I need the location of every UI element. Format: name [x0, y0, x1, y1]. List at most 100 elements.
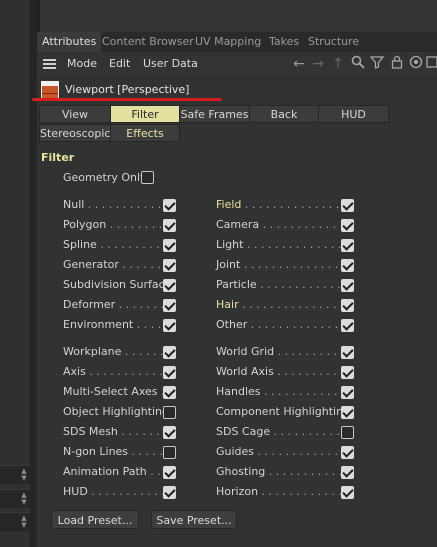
left-filter-checkbox[interactable] — [163, 239, 176, 252]
hamburger-menu-icon[interactable] — [43, 59, 56, 69]
filter-label-text: Object Highlighting — [63, 405, 169, 418]
subtab-hud[interactable]: HUD — [318, 105, 389, 123]
tab-content-browser[interactable]: Content Browser — [97, 32, 199, 52]
filter-label-text: Guides — [216, 445, 255, 458]
leader-dots: . . . . . . . . . . . . . . — [254, 445, 352, 458]
left-filter-checkbox[interactable] — [163, 219, 176, 232]
menu-user-data[interactable]: User Data — [143, 53, 198, 75]
arrow-up-icon[interactable]: ↑ — [329, 55, 347, 73]
filter-label-text: Light — [216, 238, 244, 251]
right-filter-checkbox[interactable] — [341, 199, 354, 212]
right-filter-checkbox[interactable] — [341, 466, 354, 479]
right-filter-label: World Grid . . . . . . . . . — [216, 345, 337, 359]
left-filter-label: Environment . . . . . — [63, 318, 168, 332]
tab-uv-mapping[interactable]: UV Mapping — [190, 32, 266, 52]
search-icon[interactable] — [349, 55, 367, 73]
load-preset-button[interactable]: Load Preset... — [51, 510, 139, 529]
subtab-back[interactable]: Back — [249, 105, 319, 123]
left-filter-checkbox[interactable] — [163, 426, 176, 439]
filter-label-text: Environment — [63, 318, 134, 331]
arrow-left-icon[interactable]: ← — [290, 55, 308, 73]
menu-edit[interactable]: Edit — [109, 53, 130, 75]
right-filter-checkbox[interactable] — [341, 446, 354, 459]
menu-mode[interactable]: Mode — [67, 53, 97, 75]
right-filter-checkbox[interactable] — [341, 386, 354, 399]
right-filter-checkbox[interactable] — [341, 219, 354, 232]
right-filter-label: Handles . . . . . . . . . . . — [216, 385, 337, 399]
leader-dots: . . . . . . . . . . . . . — [256, 278, 348, 291]
left-filter-checkbox[interactable] — [163, 319, 176, 332]
leader-dots: . . . . . . . . . . . . — [265, 465, 350, 478]
right-filter-label: Field . . . . . . . . . . . . . . . — [216, 198, 346, 212]
right-filter-checkbox[interactable] — [341, 259, 354, 272]
left-filter-checkbox[interactable] — [163, 446, 176, 459]
right-filter-checkbox[interactable] — [341, 299, 354, 312]
filter-label-text: Particle — [216, 278, 257, 291]
new-window-icon[interactable] — [423, 55, 437, 73]
right-filter-checkbox[interactable] — [341, 319, 354, 332]
left-filter-checkbox[interactable] — [163, 279, 176, 292]
leader-dots: . . . . . . . . . . . . . . — [247, 318, 346, 331]
left-filter-checkbox[interactable] — [163, 299, 176, 312]
left-filter-checkbox[interactable] — [163, 466, 176, 479]
left-field-1[interactable]: ▲ ▼ — [0, 465, 30, 484]
save-preset-button[interactable]: Save Preset... — [151, 510, 237, 529]
filter-label-text: Subdivision Surface — [63, 278, 172, 291]
right-filter-checkbox[interactable] — [341, 366, 354, 379]
leader-dots: . . . . . . . — [117, 425, 167, 438]
subtab-filter[interactable]: Filter — [110, 105, 180, 123]
left-filter-checkbox[interactable] — [163, 259, 176, 272]
right-filter-label: Other . . . . . . . . . . . . . . — [216, 318, 345, 332]
left-field-3[interactable]: ▲ ▼ — [0, 512, 30, 531]
subtab-effects[interactable]: Effects — [110, 124, 180, 142]
right-filter-label: Ghosting . . . . . . . . . . . . — [216, 465, 349, 479]
left-filter-checkbox[interactable] — [163, 486, 176, 499]
filter-label-text: N-gon Lines — [63, 445, 129, 458]
right-filter-label: World Axis . . . . . . . . . — [216, 365, 337, 379]
right-filter-checkbox[interactable] — [341, 346, 354, 359]
right-filter-checkbox[interactable] — [341, 406, 354, 419]
right-filter-label: Camera . . . . . . . . . . . . — [216, 218, 343, 232]
leader-dots: . . . . . . . . . . . — [260, 385, 338, 398]
leader-dots: . . . . . . . . . . — [96, 238, 167, 251]
filter-icon[interactable] — [368, 55, 386, 73]
right-filter-checkbox[interactable] — [341, 239, 354, 252]
leader-dots: . . . . . . . . . . . . — [85, 365, 170, 378]
top-empty-area — [37, 0, 437, 32]
leader-dots: . . . . . — [128, 445, 164, 458]
tab-takes[interactable]: Takes — [264, 32, 304, 52]
red-underline-annotation — [32, 98, 222, 101]
left-filter-label: Generator . . . . . . . — [63, 258, 168, 272]
panel-divider[interactable] — [30, 0, 37, 547]
filter-label-text: SDS Cage — [216, 425, 271, 438]
leader-dots: . . . . . . . . . — [273, 365, 337, 378]
filter-label-text: Multi-Select Axes — [63, 385, 158, 398]
filter-label-text: Component Highlighting — [216, 405, 351, 418]
arrow-right-icon[interactable]: → — [309, 55, 327, 73]
filter-label-text: World Axis — [216, 365, 274, 378]
tab-attributes[interactable]: Attributes — [37, 32, 102, 52]
right-filter-checkbox[interactable] — [341, 279, 354, 292]
right-filter-checkbox[interactable] — [341, 426, 354, 439]
subtab-stereoscopic[interactable]: Stereoscopic — [39, 124, 111, 142]
left-filter-checkbox[interactable] — [163, 346, 176, 359]
tab-structure[interactable]: Structure — [303, 32, 364, 52]
subtab-safe-frames[interactable]: Safe Frames — [179, 105, 250, 123]
subtab-view[interactable]: View — [39, 105, 111, 123]
left-filter-checkbox[interactable] — [163, 199, 176, 212]
lock-icon[interactable] — [388, 55, 406, 73]
left-filter-label: Null . . . . . . . . . . . — [63, 198, 161, 212]
leader-dots: . . . . . . . . . . . . . . . — [243, 238, 349, 251]
geometry-only-checkbox[interactable] — [141, 171, 154, 184]
right-filter-label: Component Highlighting — [216, 405, 350, 419]
left-filter-label: Polygon . . . . . . . . . — [63, 218, 169, 232]
left-filter-checkbox[interactable] — [163, 406, 176, 419]
right-filter-checkbox[interactable] — [341, 486, 354, 499]
left-filter-label: Spline . . . . . . . . . . — [63, 238, 167, 252]
left-filter-label: Deformer . . . . . . . . — [63, 298, 171, 312]
left-filter-checkbox[interactable] — [163, 366, 176, 379]
left-field-2[interactable]: ▲ ▼ — [0, 489, 30, 508]
filter-label-text: Animation Path — [63, 465, 147, 478]
filter-label-text: Field — [216, 198, 242, 211]
left-filter-checkbox[interactable] — [163, 386, 176, 399]
